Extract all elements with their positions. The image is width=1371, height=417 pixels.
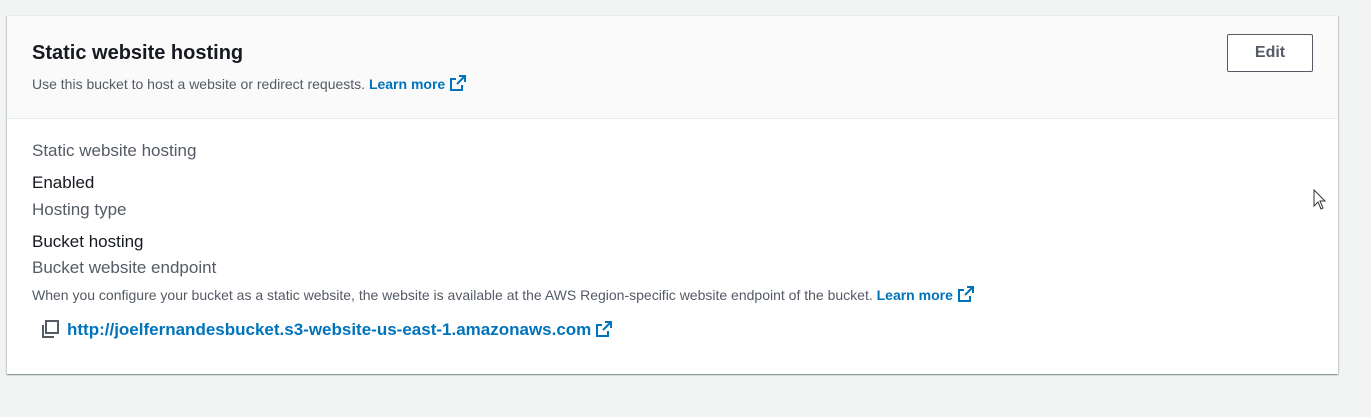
external-link-icon (596, 321, 613, 337)
static-website-hosting-panel: Static website hosting Use this bucket t… (7, 15, 1338, 374)
endpoint-description-text: When you configure your bucket as a stat… (32, 287, 873, 303)
endpoint-url-row: http://joelfernandesbucket.s3-website-us… (40, 319, 613, 343)
external-link-icon (957, 286, 974, 302)
copy-icon[interactable] (40, 319, 60, 339)
panel-header: Static website hosting Use this bucket t… (7, 16, 1338, 119)
panel-description: Use this bucket to host a website or red… (32, 74, 467, 93)
endpoint-url: http://joelfernandesbucket.s3-website-us… (67, 320, 592, 339)
endpoint-label: Bucket website endpoint (32, 258, 217, 277)
panel-description-text: Use this bucket to host a website or red… (32, 76, 366, 92)
hosting-status-label: Static website hosting (32, 141, 197, 160)
endpoint-learn-more-link[interactable]: Learn more (876, 286, 975, 303)
endpoint-learn-more-label: Learn more (876, 287, 953, 303)
external-link-icon (450, 75, 467, 91)
mouse-cursor-icon (1313, 189, 1327, 210)
edit-button[interactable]: Edit (1227, 34, 1313, 72)
endpoint-url-link[interactable]: http://joelfernandesbucket.s3-website-us… (67, 320, 613, 339)
hosting-type-value: Bucket hosting (32, 232, 144, 251)
hosting-type-label: Hosting type (32, 200, 127, 219)
learn-more-label: Learn more (368, 76, 446, 92)
endpoint-description: When you configure your bucket as a stat… (32, 285, 975, 304)
hosting-status-value: Enabled (32, 173, 95, 192)
panel-title: Static website hosting (32, 42, 244, 64)
learn-more-link[interactable]: Learn more (368, 75, 467, 92)
